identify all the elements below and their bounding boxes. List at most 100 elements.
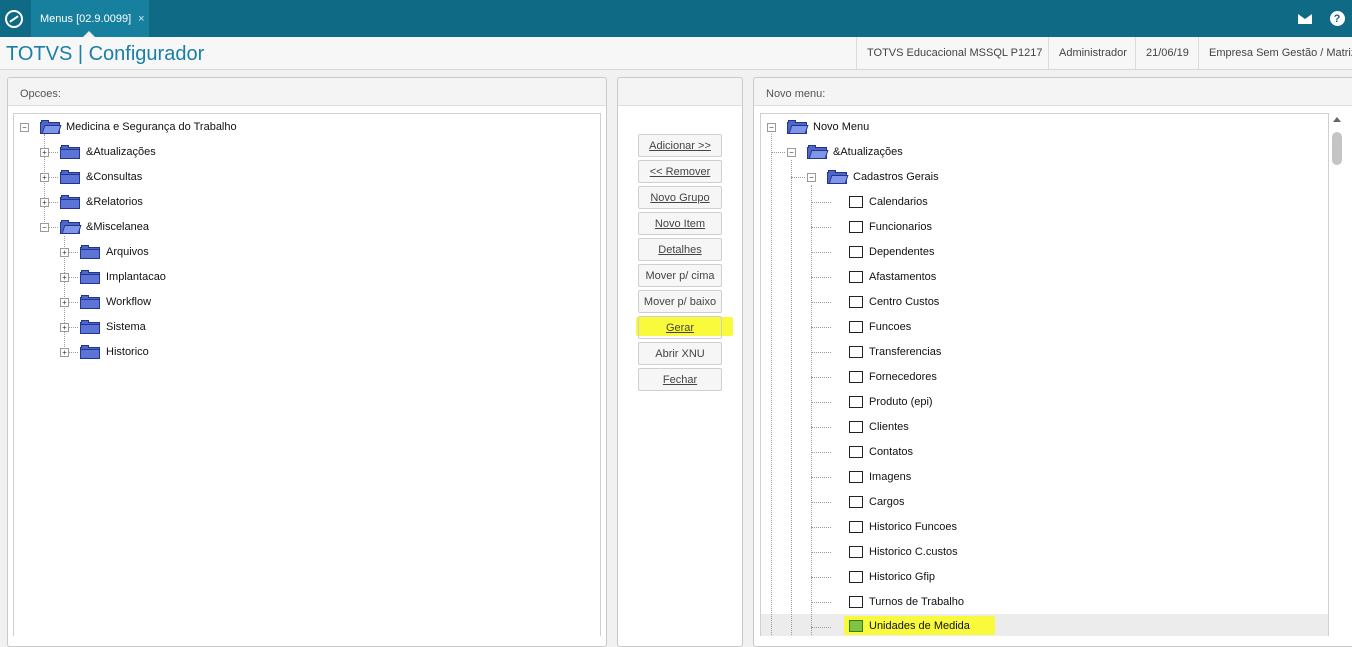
collapse-icon[interactable]: − xyxy=(20,123,29,132)
details-button[interactable]: Detalhes xyxy=(638,238,722,261)
document-icon xyxy=(849,446,863,458)
menu-item[interactable]: Transferencias xyxy=(849,340,941,364)
tree-item-sistema[interactable]: + Sistema xyxy=(60,315,146,339)
document-icon xyxy=(849,496,863,508)
new-item-button[interactable]: Novo Item xyxy=(638,212,722,235)
collapse-icon[interactable]: − xyxy=(767,123,776,132)
user-info: Administrador xyxy=(1048,37,1137,69)
expand-icon[interactable]: + xyxy=(60,323,69,332)
document-green-icon xyxy=(849,620,863,632)
tree-item-consultas[interactable]: + &Consultas xyxy=(40,165,142,189)
document-icon xyxy=(849,596,863,608)
expand-icon[interactable]: + xyxy=(60,273,69,282)
document-icon xyxy=(849,221,863,233)
document-icon xyxy=(849,421,863,433)
menu-item[interactable]: Dependentes xyxy=(849,240,934,264)
menu-item[interactable]: Cargos xyxy=(849,490,904,514)
remove-button[interactable]: << Remover xyxy=(638,160,722,183)
menu-item[interactable]: Clientes xyxy=(849,415,909,439)
environment-info: TOTVS Educacional MSSQL P1217 xyxy=(856,37,1052,69)
document-icon xyxy=(849,546,863,558)
tree-item-atualizacoes[interactable]: + &Atualizações xyxy=(40,140,156,164)
company-info: Empresa Sem Gestão / Matriz xyxy=(1198,37,1352,69)
scroll-up-icon[interactable] xyxy=(1333,117,1341,122)
add-button[interactable]: Adicionar >> xyxy=(638,134,722,157)
document-icon xyxy=(849,296,863,308)
new-menu-tree[interactable]: − Novo Menu − &Atualizações − Cadastros … xyxy=(760,113,1329,636)
tree-root-novo-menu[interactable]: − Novo Menu xyxy=(767,115,869,139)
expand-icon[interactable]: + xyxy=(40,198,49,207)
close-button[interactable]: Fechar xyxy=(638,368,722,391)
menu-item[interactable]: Funcionarios xyxy=(849,215,932,239)
document-icon xyxy=(849,271,863,283)
collapse-icon[interactable]: − xyxy=(787,148,796,157)
folder-open-icon xyxy=(40,120,62,134)
folder-icon xyxy=(80,345,100,359)
expand-icon[interactable]: + xyxy=(60,298,69,307)
menu-item[interactable]: Historico C.custos xyxy=(849,540,958,564)
tab-close-icon[interactable]: × xyxy=(138,13,144,25)
document-icon xyxy=(849,321,863,333)
menu-item[interactable]: Historico Funcoes xyxy=(849,515,957,539)
tree-item-miscelanea[interactable]: − &Miscelanea xyxy=(40,215,149,239)
tab-menus[interactable]: Menus [02.9.0099] × xyxy=(31,0,149,37)
tree-item-atualizacoes[interactable]: − &Atualizações xyxy=(787,140,903,164)
menu-item[interactable]: Calendarios xyxy=(849,190,928,214)
folder-icon xyxy=(80,320,100,334)
scroll-thumb[interactable] xyxy=(1332,132,1342,165)
document-icon xyxy=(849,471,863,483)
tree-item-relatorios[interactable]: + &Relatorios xyxy=(40,190,143,214)
collapse-icon[interactable]: − xyxy=(40,223,49,232)
page-title: TOTVS | Configurador xyxy=(6,43,205,65)
tree-item-implantacao[interactable]: + Implantacao xyxy=(60,265,166,289)
expand-icon[interactable]: + xyxy=(60,348,69,357)
collapse-icon[interactable]: − xyxy=(807,173,816,182)
new-group-button[interactable]: Novo Grupo xyxy=(638,186,722,209)
document-icon xyxy=(849,196,863,208)
folder-open-icon xyxy=(60,220,82,234)
expand-icon[interactable]: + xyxy=(60,248,69,257)
menu-item[interactable]: Fornecedores xyxy=(849,365,937,389)
tree-item-cadastros-gerais[interactable]: − Cadastros Gerais xyxy=(807,165,939,189)
menu-item-selected[interactable]: Unidades de Medida xyxy=(849,614,970,636)
new-menu-scrollbar[interactable] xyxy=(1329,113,1346,636)
tree-root-medicina[interactable]: − Medicina e Segurança do Trabalho xyxy=(20,115,237,139)
app-header: TOTVS | Configurador TOTVS Educacional M… xyxy=(0,37,1352,70)
folder-icon xyxy=(80,245,100,259)
document-icon xyxy=(849,346,863,358)
expand-icon[interactable]: + xyxy=(40,173,49,182)
generate-button[interactable]: Gerar xyxy=(638,316,722,339)
date-info: 21/06/19 xyxy=(1135,37,1199,69)
help-icon[interactable]: ? xyxy=(1322,0,1352,37)
new-menu-panel-title: Novo menu: xyxy=(754,78,1352,106)
menu-item[interactable]: Afastamentos xyxy=(849,265,936,289)
document-icon xyxy=(849,571,863,583)
folder-icon xyxy=(80,270,100,284)
options-panel-title: Opcoes: xyxy=(8,78,606,106)
move-down-button[interactable]: Mover p/ baixo xyxy=(638,290,722,313)
menu-item[interactable]: Turnos de Trabalho xyxy=(849,590,964,614)
document-icon xyxy=(849,396,863,408)
document-icon xyxy=(849,521,863,533)
menu-item[interactable]: Contatos xyxy=(849,440,913,464)
totvs-logo-icon[interactable] xyxy=(0,0,28,37)
expand-icon[interactable]: + xyxy=(40,148,49,157)
move-up-button[interactable]: Mover p/ cima xyxy=(638,264,722,287)
document-icon xyxy=(849,371,863,383)
menu-item[interactable]: Centro Custos xyxy=(849,290,939,314)
open-xnu-button[interactable]: Abrir XNU xyxy=(638,342,722,365)
menu-item[interactable]: Imagens xyxy=(849,465,911,489)
document-icon xyxy=(849,246,863,258)
menu-item[interactable]: Funcoes xyxy=(849,315,911,339)
menu-item[interactable]: Produto (epi) xyxy=(849,390,933,414)
menu-item[interactable]: Historico Gfip xyxy=(849,565,935,589)
tree-item-workflow[interactable]: + Workflow xyxy=(60,290,151,314)
folder-icon xyxy=(60,145,80,159)
folder-icon xyxy=(60,170,80,184)
tab-label: Menus [02.9.0099] xyxy=(40,12,132,25)
mail-icon[interactable] xyxy=(1290,0,1320,37)
tree-item-arquivos[interactable]: + Arquivos xyxy=(60,240,149,264)
tree-item-historico[interactable]: + Historico xyxy=(60,340,149,364)
folder-open-icon xyxy=(787,120,809,134)
options-tree[interactable]: − Medicina e Segurança do Trabalho + &At… xyxy=(13,113,601,636)
